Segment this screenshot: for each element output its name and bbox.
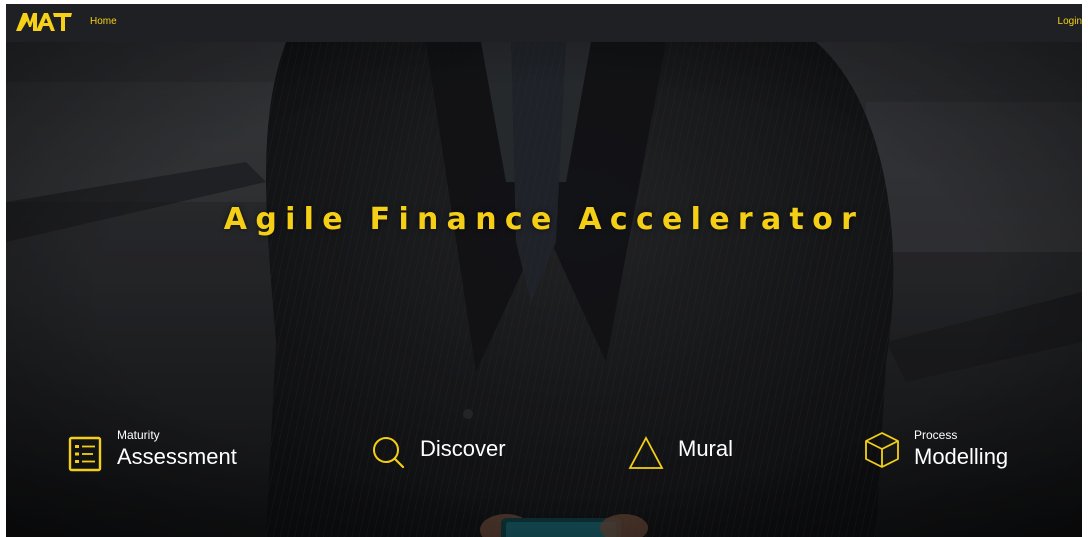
hero-section: Agile Finance Accelerator Maturity Asses… — [6, 42, 1082, 537]
feature-small-label: Process — [914, 428, 958, 442]
maturity-assessment-link[interactable]: Maturity Assessment — [65, 428, 265, 488]
feature-small-label: Maturity — [117, 428, 160, 442]
top-navbar: Home Login — [6, 4, 1082, 42]
cube-icon — [865, 432, 899, 468]
feature-big-label: Modelling — [914, 444, 1009, 469]
nav-home-link[interactable]: Home — [90, 16, 117, 27]
discover-link[interactable]: Discover — [368, 428, 528, 488]
process-modelling-link[interactable]: Process Modelling — [862, 428, 1062, 488]
mural-link[interactable]: Mural — [626, 428, 766, 488]
hero-title: Agile Finance Accelerator — [223, 202, 865, 237]
feature-big-label: Mural — [678, 436, 734, 461]
checklist-icon — [68, 436, 102, 472]
app-frame: Home Login Agile Finance Accelerator Mat… — [6, 4, 1082, 537]
triangle-icon — [628, 436, 664, 469]
feature-big-label: Discover — [420, 436, 506, 461]
feature-big-label: Assessment — [117, 444, 237, 469]
mat-logo[interactable] — [16, 13, 72, 31]
search-icon — [373, 437, 405, 469]
nav-login-link[interactable]: Login — [1058, 16, 1082, 27]
